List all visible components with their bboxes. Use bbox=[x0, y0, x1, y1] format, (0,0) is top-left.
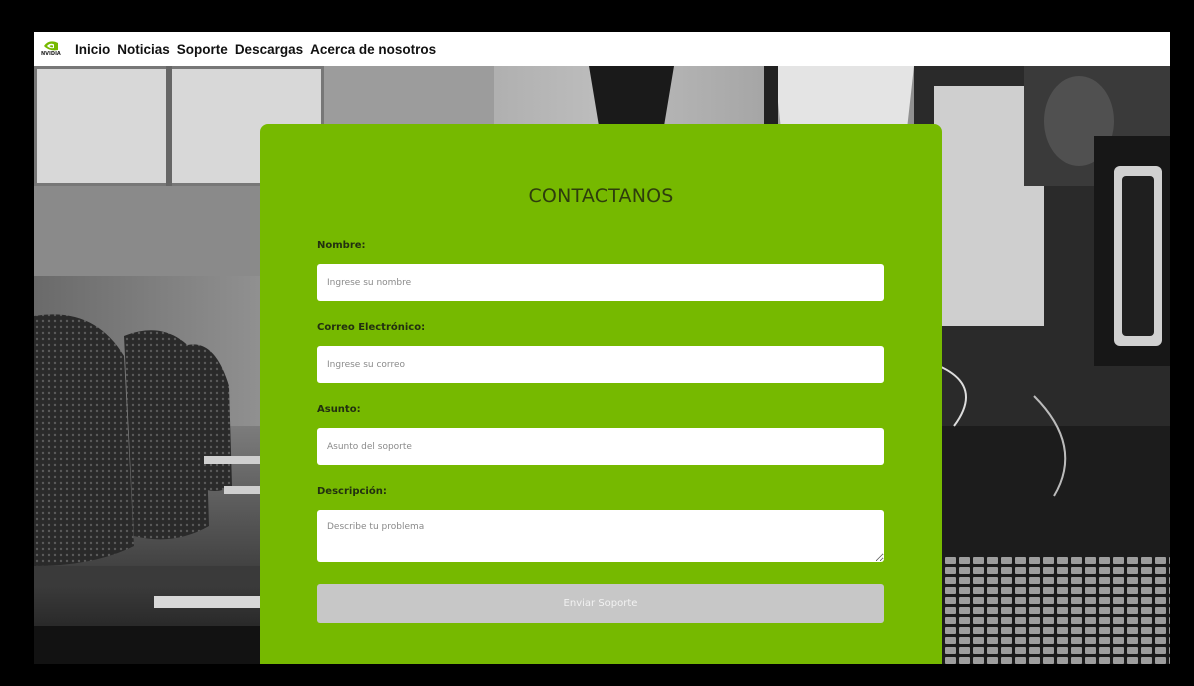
nvidia-logo[interactable]: NVIDIA bbox=[41, 39, 61, 59]
subject-label: Asunto: bbox=[317, 404, 361, 415]
hero-section: CONTACTANOS Nombre: Correo Electrónico: … bbox=[34, 66, 1170, 664]
logo-wordmark: NVIDIA bbox=[41, 51, 61, 57]
email-input[interactable] bbox=[317, 346, 884, 383]
nav-link-noticias[interactable]: Noticias bbox=[117, 42, 170, 57]
description-textarea[interactable] bbox=[317, 510, 884, 562]
form-title: CONTACTANOS bbox=[528, 185, 674, 207]
description-label: Descripción: bbox=[317, 486, 387, 497]
nav-link-inicio[interactable]: Inicio bbox=[75, 42, 110, 57]
subject-input[interactable] bbox=[317, 428, 884, 465]
navbar: NVIDIA Inicio Noticias Soporte Descargas… bbox=[34, 32, 1170, 66]
nav-link-soporte[interactable]: Soporte bbox=[177, 42, 228, 57]
email-label: Correo Electrónico: bbox=[317, 322, 426, 333]
nvidia-eye-icon bbox=[44, 41, 58, 51]
name-input[interactable] bbox=[317, 264, 884, 301]
name-label: Nombre: bbox=[317, 240, 366, 251]
nav-link-acerca[interactable]: Acerca de nosotros bbox=[310, 42, 436, 57]
browser-viewport: NVIDIA Inicio Noticias Soporte Descargas… bbox=[34, 32, 1170, 664]
submit-button[interactable]: Enviar Soporte bbox=[317, 584, 884, 623]
nav-link-descargas[interactable]: Descargas bbox=[235, 42, 303, 57]
contact-form-card: CONTACTANOS Nombre: Correo Electrónico: … bbox=[260, 124, 942, 664]
